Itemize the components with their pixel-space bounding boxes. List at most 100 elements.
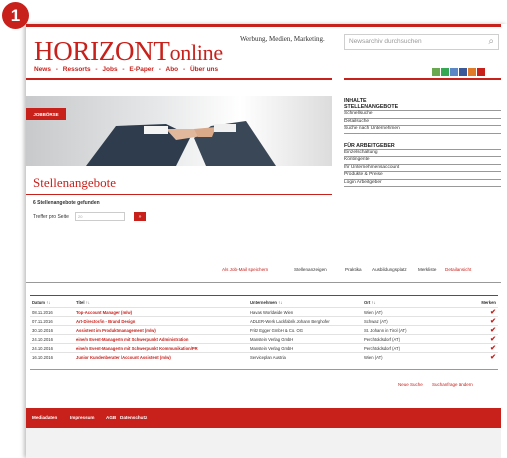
top-accent-bar [26,24,501,27]
table-row[interactable]: 08.11.2016 Top-Account Manager (m/w) Havas… [30,307,498,317]
nav-item-epaper[interactable]: E-Paper [129,66,154,73]
table-top-rule [30,295,498,296]
col-header-company[interactable]: Unternehmen ↑↓ [248,297,362,308]
nav-separator: - [55,66,58,73]
job-company: Serviceplan Austria [248,352,362,361]
browser-page: HORIZONTonline Werbung, Medien, Marketin… [26,24,507,458]
social-icon-1[interactable] [432,68,440,76]
col-header-bookmark: Merken [481,299,496,305]
bookmark-check-icon[interactable]: ✔ [441,325,498,335]
footer-link-datenschutz[interactable]: Datenschutz [120,415,147,420]
job-location: St. Johann in Tirol (AT) [362,325,441,335]
facebook-icon[interactable] [459,68,467,76]
social-icon-3[interactable] [450,68,458,76]
step-badge: 1 [2,2,29,29]
footer-link-mediadaten[interactable]: Mediadaten [32,415,57,420]
job-location: Perchtoldsdorf (AT) [362,334,441,344]
site-tagline: Werbung, Medien, Marketing. [240,35,325,43]
table-row[interactable]: 07.11.2016 Art-Director/in - Brand Design… [30,316,498,326]
edit-search-link[interactable]: Suchanfrage ändern [432,382,473,387]
job-title-link[interactable]: eine/n Event-ManagerIn mit Schwerpunkt K… [74,343,248,353]
page: 1 HORIZONTonline Werbung, Medien, Market… [0,0,507,458]
job-title-link[interactable]: Top-Account Manager (m/w) [74,307,248,317]
job-date: 24.10.2016 [30,343,74,353]
job-company: Havas Worldwide Wien [248,307,362,317]
nav-item-ressorts[interactable]: Ressorts [63,66,91,73]
job-date: 08.11.2016 [30,307,74,317]
sidebar-item-products[interactable]: Produkte & Preise [344,172,501,180]
bookmark-check-icon[interactable]: ✔ [441,334,498,344]
sidebar-section-subtitle: STELLENANGEBOTE [344,104,501,111]
per-page-select[interactable]: 20 [75,212,125,221]
job-company: ADLER-Werk Lackfabrik Johann Berghofer [248,316,362,326]
tabs-divider [26,282,501,283]
nav-separator: - [158,66,161,73]
social-icons [432,68,485,76]
site-logo[interactable]: HORIZONTonline [34,36,223,67]
tab-praktika[interactable]: Praktika [345,267,362,272]
search-icon[interactable]: ⌕ [488,36,494,47]
nav-item-jobs[interactable]: Jobs [102,66,117,73]
table-row[interactable]: 24.10.2016 eine/n Event-ManagerIn mit Sch… [30,343,498,353]
sidebar-item-account[interactable]: Ihr Unternehmensaccount [344,165,501,172]
table-bottom-rule [30,369,498,370]
job-company: Manstein Verlag GmbH [248,343,362,353]
job-date: 07.11.2016 [30,316,74,326]
sidebar-item-detailsearch[interactable]: Detailsuche [344,119,501,126]
save-job-mail-link[interactable]: Als Job-Mail speichern [222,267,268,272]
table-row[interactable]: 16.10.2016 Junior Kundenberater /Account … [30,352,498,361]
sidebar-section-title: FÜR ARBEITGEBER [344,143,501,150]
page-title: Stellenangebote [33,175,117,190]
table-row[interactable]: 30.10.2016 Assistent im Produktmanagement… [30,325,498,335]
nav-item-about[interactable]: Über uns [190,66,218,73]
sidebar-item-quicksearch[interactable]: Schnellsuche [344,111,501,119]
rss-icon[interactable] [468,68,476,76]
bookmark-check-icon[interactable]: ✔ [441,316,498,326]
handshake-illustration [86,121,276,166]
new-search-link[interactable]: Neue Suche [398,382,423,387]
col-header-title[interactable]: Titel ↑↓ [74,297,248,308]
job-location: Schwaz (AT) [362,316,441,326]
search-input[interactable]: Newsarchiv durchsuchen ⌕ [344,34,499,50]
per-page-go-button[interactable]: » [134,212,146,221]
nav-item-abo[interactable]: Abo [166,66,179,73]
table-row[interactable]: 24.10.2016 eine/n Event-ManagerIn mit Sch… [30,334,498,344]
social-icon-2[interactable] [441,68,449,76]
sidebar-item-single[interactable]: Einzelschaltung [344,150,501,157]
footer-link-impressum[interactable]: Impressum [70,415,95,420]
bookmark-check-icon[interactable]: ✔ [441,307,498,317]
job-location: Wien (AT) [362,352,441,361]
bookmark-check-icon[interactable]: ✔ [441,343,498,353]
nav-divider [26,78,332,80]
logo-main: HORIZONT [34,36,170,66]
tab-merkliste[interactable]: Merkliste [418,267,436,272]
nav-item-news[interactable]: News [34,66,51,73]
job-title-link[interactable]: Junior Kundenberater /Account Assistent … [74,352,248,361]
tab-ausbildungsplatz[interactable]: Ausbildungsplatz [372,267,407,272]
job-location: Wien (AT) [362,307,441,317]
job-table: Datum ↑↓ Titel ↑↓ Unternehmen ↑↓ Ort ↑↓ … [30,297,498,361]
footer-area [26,428,501,458]
horizont-icon[interactable] [477,68,485,76]
nav-separator: - [95,66,98,73]
col-header-place[interactable]: Ort ↑↓ [362,297,441,308]
job-company: Manstein Verlag GmbH [248,334,362,344]
bookmark-check-icon[interactable]: ✔ [441,352,498,361]
col-header-date[interactable]: Datum ↑↓ [30,297,74,308]
tab-detailansicht[interactable]: Detailansicht [445,267,471,272]
results-count: 6 Stellenangebote gefunden [33,200,100,206]
footer-link-agb[interactable]: AGB [106,415,116,420]
tab-stellenanzeigen[interactable]: Stellenanzeigen [294,267,327,272]
sidebar-item-company-search[interactable]: Suche nach Unternehmen [344,126,501,134]
job-title-link[interactable]: eine/n Event-ManagerIn mit Schwerpunkt A… [74,334,248,344]
job-title-link[interactable]: Assistent im Produktmanagement (m/w) [74,325,248,335]
sidebar-item-contingents[interactable]: Kontingente [344,157,501,165]
job-date: 30.10.2016 [30,325,74,335]
sidebar-item-login[interactable]: Login Arbeitgeber [344,180,501,187]
hero-image: JOBBÖRSE [26,96,332,166]
per-page-label: Treffer pro Seite [33,214,69,220]
main-nav: News - Ressorts - Jobs - E-Paper - Abo -… [34,66,221,73]
job-title-link[interactable]: Art-Director/in - Brand Design [74,316,248,326]
footer-bar: Mediadaten Impressum AGB Datenschutz [26,408,501,428]
job-location: Perchtoldsdorf (AT) [362,343,441,353]
